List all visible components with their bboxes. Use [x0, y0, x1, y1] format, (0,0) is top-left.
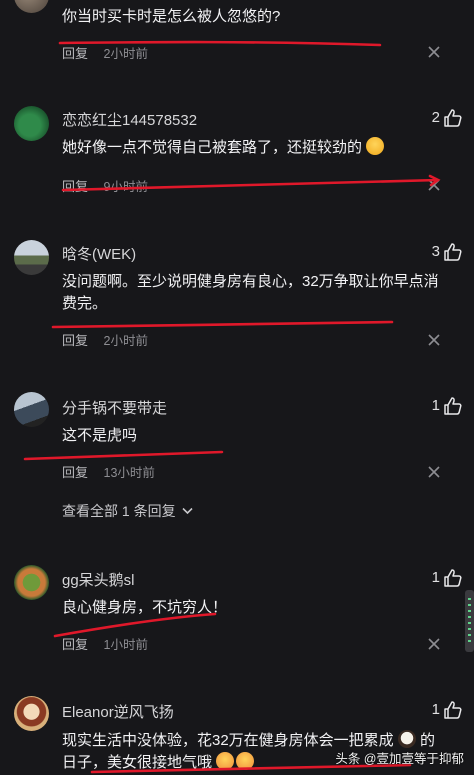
like-count: 1: [431, 569, 440, 586]
like-count: 1: [431, 701, 440, 718]
thumb-up-icon[interactable]: [443, 109, 463, 127]
comment-text-part: 的: [420, 732, 436, 749]
red-underline: [23, 450, 224, 461]
close-icon[interactable]: [428, 466, 440, 478]
avatar[interactable]: [14, 240, 49, 275]
username[interactable]: 晗冬(WEK): [62, 243, 136, 264]
username[interactable]: 分手锅不要带走: [62, 397, 167, 418]
comment-text: 她好像一点不觉得自己被套路了，还挺较劲的: [62, 137, 444, 159]
reply-button[interactable]: 回复: [62, 179, 88, 194]
comment-text-part: 日子，美女很接地气哦: [62, 754, 213, 771]
grin-emoji-icon: [366, 137, 385, 155]
comment-meta: 回复 2小时前: [62, 43, 148, 62]
laughing-emoji-icon: [216, 752, 235, 770]
avatar[interactable]: [14, 0, 49, 13]
comment-meta: 回复 2小时前: [62, 330, 148, 349]
reply-button[interactable]: 回复: [62, 46, 88, 61]
comment-time: 2小时前: [103, 334, 148, 348]
reply-button[interactable]: 回复: [62, 465, 88, 480]
reply-button[interactable]: 回复: [62, 333, 88, 348]
avatar[interactable]: [14, 106, 49, 141]
avatar[interactable]: [14, 565, 49, 600]
comment-text-part: 现实生活中没体验，花32万在健身房体会一把累成: [62, 732, 394, 749]
comment-time: 9小时前: [103, 180, 148, 194]
comment-text: 这不是虎吗: [62, 427, 138, 444]
comment-text-body: 她好像一点不觉得自己被套路了，还挺较劲的: [62, 139, 363, 156]
username[interactable]: Eleanor逆风飞扬: [62, 701, 174, 722]
comment-meta: 回复 1小时前: [62, 634, 148, 653]
close-icon[interactable]: [428, 334, 440, 346]
username[interactable]: 恋恋红尘144578532: [62, 109, 197, 130]
close-icon[interactable]: [428, 179, 440, 191]
view-all-replies-button[interactable]: 查看全部 1 条回复: [62, 501, 194, 521]
comment-meta: 回复 9小时前: [62, 176, 148, 195]
comment-time: 2小时前: [103, 47, 148, 61]
reply-button[interactable]: 回复: [62, 637, 88, 652]
view-all-replies-label: 查看全部 1 条回复: [62, 503, 176, 519]
thumb-up-icon[interactable]: [443, 243, 463, 261]
close-icon[interactable]: [428, 46, 440, 58]
avatar[interactable]: [14, 392, 49, 427]
laughing-emoji-icon: [236, 752, 255, 770]
close-icon[interactable]: [428, 638, 440, 650]
thumb-up-icon[interactable]: [443, 569, 463, 587]
comment-meta: 回复 13小时前: [62, 462, 155, 481]
thumb-up-icon[interactable]: [443, 397, 463, 415]
avatar[interactable]: [14, 696, 49, 731]
like-count: 2: [431, 109, 440, 126]
crying-face-emoji-icon: [397, 730, 416, 748]
thumb-up-icon[interactable]: [443, 701, 463, 719]
comment-text: 良心健身房，不坑穷人！: [62, 599, 228, 616]
chevron-down-icon: [182, 507, 194, 515]
comment-text: 没问题啊。至少说明健身房有良心，32万争取让你早点消费完。: [62, 273, 439, 312]
scrollbar[interactable]: [465, 590, 474, 652]
comment-time: 13小时前: [103, 466, 155, 480]
like-count: 1: [431, 397, 440, 414]
comment-time: 1小时前: [103, 638, 148, 652]
red-underline: [51, 320, 394, 329]
comment-text: 你当时买卡时是怎么被人忽悠的?: [62, 8, 281, 25]
watermark: 头条 @壹加壹等于抑郁: [335, 752, 464, 766]
username[interactable]: gg呆头鹅sl: [62, 569, 135, 590]
like-count: 3: [431, 243, 440, 260]
